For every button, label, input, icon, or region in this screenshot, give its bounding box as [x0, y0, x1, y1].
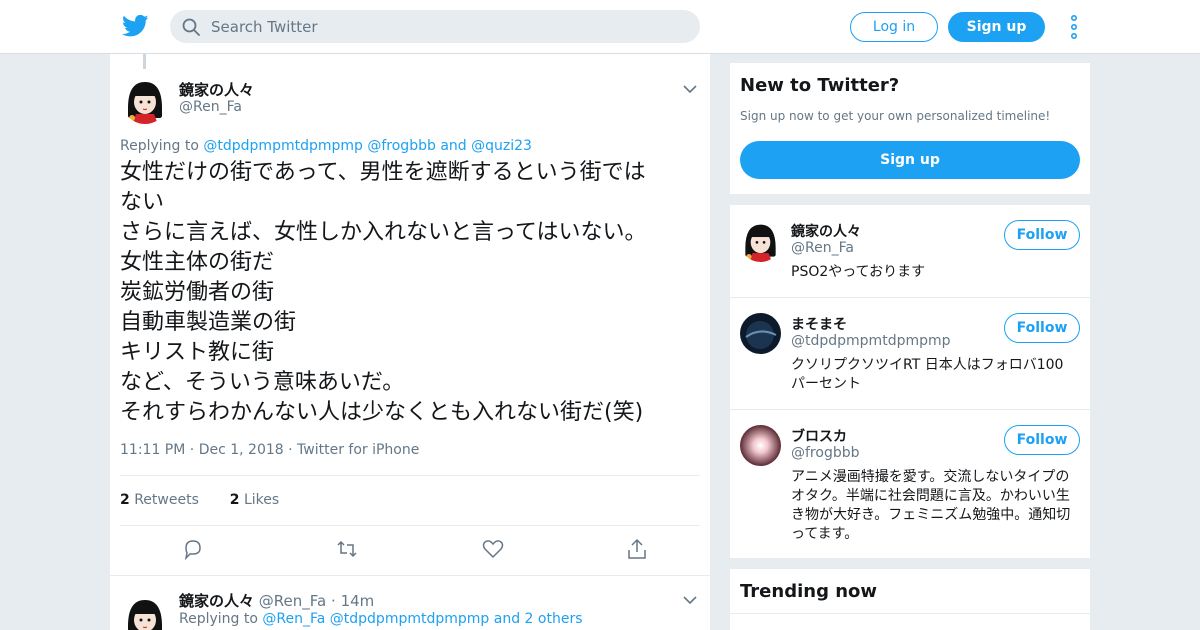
top-navigation-bar: Search Twitter Log in Sign up — [0, 0, 1200, 54]
trending-card: Trending now — [730, 569, 1090, 630]
user-bio: アニメ漫画特撮を愛す。交流しないタイプのオタク。半端に社会問題に言及。かわいい生… — [791, 469, 1071, 542]
tweet-text-line: キリスト教に街 — [120, 340, 275, 365]
more-options-icon[interactable] — [1068, 14, 1080, 40]
retweets-count: 2 — [120, 492, 130, 508]
mention-link[interactable]: @tdpdpmpmtdpmpmp — [203, 138, 363, 154]
avatar-illustration — [740, 221, 781, 262]
avatar[interactable] — [122, 596, 168, 630]
user-handle[interactable]: @frogbbb — [791, 445, 860, 461]
tweet-time[interactable]: 11:11 PM — [120, 442, 185, 458]
tweet-text-line: など、そういう意味あいだ。 — [120, 370, 405, 395]
search-input[interactable]: Search Twitter — [170, 10, 700, 43]
tweet-text-line: ない — [120, 190, 165, 215]
tweet-text-line: 女性主体の街だ — [120, 250, 275, 275]
replying-to-line: Replying to @tdpdpmpmtdpmpmp @frogbbb an… — [120, 138, 532, 154]
separator-dot: · — [288, 442, 298, 458]
tweet-text-line: さらに言えば、女性しか入れないと言ってはいない。 — [120, 220, 647, 245]
user-name[interactable]: まそまそ — [791, 314, 847, 334]
tweet-timestamp: 11:11 PM · Dec 1, 2018 · Twitter for iPh… — [120, 442, 419, 458]
divider — [110, 575, 710, 576]
trending-title: Trending now — [740, 581, 878, 602]
new-to-twitter-title: New to Twitter? — [740, 75, 900, 96]
tweet-stats: 2 Retweets 2 Likes — [120, 492, 279, 508]
reply-author-name[interactable]: 鏡家の人々 — [179, 592, 254, 610]
follow-button[interactable]: Follow — [1004, 313, 1080, 343]
avatar[interactable] — [740, 425, 781, 466]
replying-to-prefix: Replying to — [120, 138, 199, 154]
tweet-text-line: 炭鉱労働者の街 — [120, 280, 275, 305]
user-name[interactable]: 鏡家の人々 — [791, 221, 861, 241]
retweets-label: Retweets — [134, 492, 199, 508]
tweet-source: Twitter for iPhone — [297, 442, 420, 458]
tweet-text: 女性だけの街であって、男性を遮断するという街では ない さらに言えば、女性しか入… — [120, 158, 700, 428]
user-handle[interactable]: @tdpdpmpmtdpmpmp — [791, 333, 951, 349]
tweet-actions — [120, 538, 700, 566]
tweet-column: 鏡家の人々 @Ren_Fa Replying to @tdpdpmpmtdpmp… — [110, 54, 710, 630]
retweets-stat[interactable]: 2 Retweets — [120, 492, 199, 508]
login-button[interactable]: Log in — [850, 12, 938, 42]
likes-stat[interactable]: 2 Likes — [230, 492, 279, 508]
others-link[interactable]: and 2 others — [494, 611, 583, 627]
likes-label: Likes — [243, 492, 280, 508]
divider — [730, 613, 1090, 614]
like-heart-icon[interactable] — [482, 538, 504, 560]
avatar[interactable] — [740, 313, 781, 354]
share-icon[interactable] — [626, 538, 648, 560]
user-row[interactable]: 鏡家の人々 @Ren_Fa PSO2やっております Follow — [730, 205, 1090, 298]
user-handle[interactable]: @Ren_Fa — [791, 240, 854, 256]
thread-line — [143, 54, 146, 69]
avatar-photo — [740, 425, 781, 466]
follow-button[interactable]: Follow — [1004, 425, 1080, 455]
tweet-text-line: 女性だけの街であって、男性を遮断するという街では — [120, 160, 646, 185]
search-placeholder: Search Twitter — [211, 18, 318, 36]
follow-button[interactable]: Follow — [1004, 220, 1080, 250]
related-users-card: 鏡家の人々 @Ren_Fa PSO2やっております Follow まそまそ @t… — [730, 205, 1090, 558]
new-to-twitter-card: New to Twitter? Sign up now to get your … — [730, 63, 1090, 194]
replying-to-prefix: Replying to — [179, 611, 258, 627]
chevron-down-icon[interactable] — [683, 84, 697, 94]
avatar-illustration — [122, 78, 168, 124]
mention-conjunction: and — [440, 138, 467, 154]
user-bio: PSO2やっております — [791, 264, 926, 280]
tweet-date[interactable]: Dec 1, 2018 — [199, 442, 284, 458]
user-row[interactable]: まそまそ @tdpdpmpmtdpmpmp クソリプクソツイRT 日本人はフォロ… — [730, 298, 1090, 410]
search-icon — [182, 18, 200, 36]
retweet-icon[interactable] — [336, 538, 358, 560]
likes-count: 2 — [229, 492, 240, 508]
tweet-author-name[interactable]: 鏡家の人々 — [179, 79, 254, 100]
mention-link[interactable]: @Ren_Fa — [262, 611, 325, 627]
user-row[interactable]: ブロスカ @frogbbb アニメ漫画特撮を愛す。交流しないタイプのオタク。半端… — [730, 410, 1090, 558]
reply-time[interactable]: 14m — [341, 592, 375, 610]
separator-dot: · — [331, 592, 336, 610]
signup-button[interactable]: Sign up — [948, 12, 1045, 42]
reply-header: 鏡家の人々 @Ren_Fa · 14m — [179, 590, 374, 611]
user-bio: クソリプクソツイRT 日本人はフォロバ100パーセント — [791, 357, 1064, 392]
tweet-text-line: それすらわかんない人は少なくとも入れない街だ(笑) — [120, 400, 644, 425]
reply-icon[interactable] — [182, 538, 204, 560]
tweet-text-line: 自動車製造業の街 — [120, 310, 297, 335]
separator-dot: · — [189, 442, 199, 458]
divider — [120, 525, 700, 526]
avatar[interactable] — [740, 221, 781, 262]
divider — [120, 475, 700, 476]
chevron-down-icon[interactable] — [683, 595, 697, 605]
user-name[interactable]: ブロスカ — [791, 426, 847, 446]
mention-link[interactable]: @tdpdpmpmtdpmpmp — [330, 611, 490, 627]
tweet-author-handle[interactable]: @Ren_Fa — [179, 99, 242, 115]
sidebar-signup-button[interactable]: Sign up — [740, 141, 1080, 179]
mention-link[interactable]: @quzi23 — [471, 138, 532, 154]
avatar[interactable] — [122, 78, 168, 124]
twitter-bird-icon[interactable] — [122, 14, 149, 38]
new-to-twitter-subtitle: Sign up now to get your own personalized… — [740, 109, 1051, 123]
reply-author-handle[interactable]: @Ren_Fa — [259, 592, 326, 610]
mention-link[interactable]: @frogbbb — [367, 138, 436, 154]
avatar-photo — [740, 313, 781, 354]
replying-to-line: Replying to @Ren_Fa @tdpdpmpmtdpmpmp and… — [179, 611, 583, 627]
avatar-illustration — [122, 596, 168, 630]
